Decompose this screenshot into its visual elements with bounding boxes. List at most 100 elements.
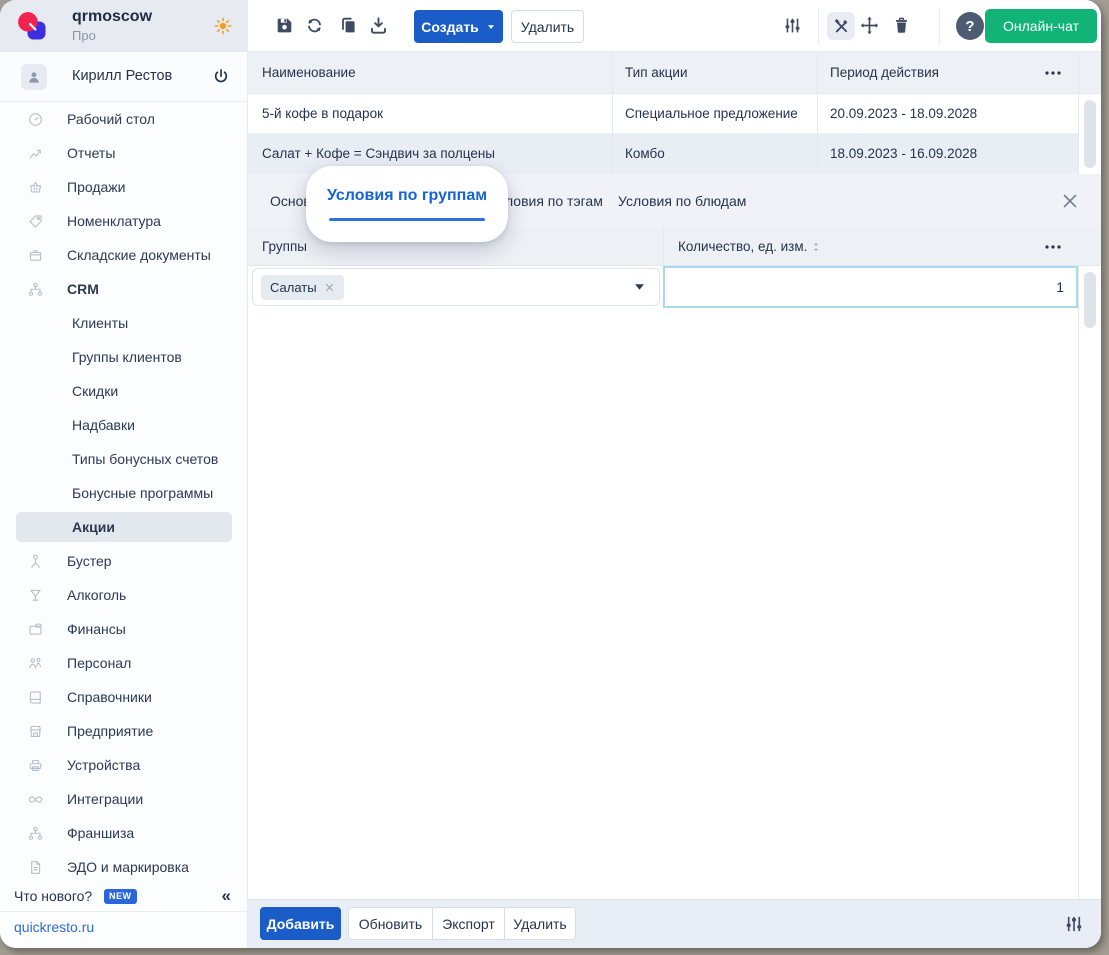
sidebar-item-integrations[interactable]: Интеграции bbox=[0, 782, 247, 816]
toolbar-divider bbox=[818, 8, 819, 44]
close-icon[interactable] bbox=[1060, 191, 1080, 211]
crm-hierarchy-icon bbox=[27, 281, 44, 298]
scroll-gutter-divider bbox=[1078, 52, 1079, 174]
sidebar-item-surcharges[interactable]: Надбавки bbox=[0, 408, 247, 442]
footer-divider bbox=[0, 911, 247, 912]
quickresto-logo-icon bbox=[17, 11, 47, 41]
scroll-gutter-divider bbox=[1078, 266, 1079, 899]
filter-sliders-icon[interactable] bbox=[1063, 913, 1085, 935]
person-icon bbox=[25, 68, 43, 86]
sales-basket-icon bbox=[27, 179, 44, 196]
group-chip: Салаты bbox=[261, 275, 344, 300]
franchise-hierarchy-icon bbox=[27, 825, 44, 842]
active-tab-underline bbox=[329, 218, 485, 221]
sidebar-item-nomenclature[interactable]: Номенклатура bbox=[0, 204, 247, 238]
sort-icon[interactable] bbox=[810, 241, 822, 253]
sidebar-item-crm[interactable]: CRM bbox=[0, 272, 247, 306]
copy-icon[interactable] bbox=[338, 15, 359, 36]
sidebar-item-directories[interactable]: Справочники bbox=[0, 680, 247, 714]
sidebar: qrmoscow Про Кирилл Рестов Рабочий стол … bbox=[0, 0, 248, 948]
bottom-toolbar: Добавить Обновить Экспорт Удалить bbox=[248, 899, 1101, 948]
sidebar-item-client-groups[interactable]: Группы клиентов bbox=[0, 340, 247, 374]
people-icon bbox=[27, 655, 44, 672]
sidebar-item-warehouse-docs[interactable]: Складские документы bbox=[0, 238, 247, 272]
sidebar-item-booster[interactable]: Бустер bbox=[0, 544, 247, 578]
move-arrows-icon[interactable] bbox=[859, 15, 880, 36]
sidebar-item-clients[interactable]: Клиенты bbox=[0, 306, 247, 340]
promo-table-header: Наименование Тип акции Период действия bbox=[248, 52, 1101, 94]
reports-icon bbox=[27, 145, 44, 162]
column-menu-dots-icon[interactable] bbox=[1043, 63, 1063, 83]
sidebar-item-discounts[interactable]: Скидки bbox=[0, 374, 247, 408]
scrollbar-thumb[interactable] bbox=[1084, 272, 1096, 328]
user-row[interactable]: Кирилл Рестов bbox=[0, 52, 247, 102]
delete-button[interactable]: Удалить bbox=[511, 10, 584, 43]
collapse-sidebar-icon[interactable]: « bbox=[222, 886, 231, 906]
export-button[interactable]: Экспорт bbox=[432, 908, 504, 939]
logout-power-icon[interactable] bbox=[211, 67, 231, 87]
panel-empty-area bbox=[248, 308, 1101, 899]
table-row[interactable]: 5-й кофе в подарок Специальное предложен… bbox=[248, 94, 1078, 134]
sidebar-item-desktop[interactable]: Рабочий стол bbox=[0, 102, 247, 136]
top-toolbar: Создать Удалить ? Онлайн-чат bbox=[248, 0, 1101, 52]
save-icon[interactable] bbox=[274, 15, 295, 36]
printer-icon bbox=[27, 757, 44, 774]
tools-button[interactable] bbox=[827, 12, 855, 40]
refresh-icon[interactable] bbox=[304, 15, 325, 36]
sidebar-item-promotions[interactable]: Акции bbox=[0, 510, 247, 544]
column-header-groups[interactable]: Группы bbox=[262, 228, 307, 266]
help-button[interactable]: ? bbox=[956, 12, 984, 40]
sidebar-item-franchise[interactable]: Франшиза bbox=[0, 816, 247, 850]
add-button[interactable]: Добавить bbox=[260, 907, 341, 940]
book-icon bbox=[27, 689, 44, 706]
sidebar-footer: Что нового? NEW « bbox=[0, 884, 247, 911]
org-header: qrmoscow Про bbox=[0, 0, 247, 52]
bottom-button-group: Обновить Экспорт Удалить bbox=[348, 907, 576, 940]
theme-sun-icon[interactable] bbox=[213, 16, 233, 36]
org-plan-badge: Про bbox=[72, 28, 96, 43]
org-name: qrmoscow bbox=[72, 8, 153, 25]
tab-conditions-by-dishes[interactable]: Условия по блюдам bbox=[618, 174, 746, 228]
sidebar-item-staff[interactable]: Персонал bbox=[0, 646, 247, 680]
download-icon[interactable] bbox=[368, 15, 389, 36]
column-header-name[interactable]: Наименование bbox=[262, 52, 356, 94]
column-header-type[interactable]: Тип акции bbox=[625, 52, 687, 94]
tab-conditions-by-groups-active[interactable]: Условия по группам bbox=[306, 166, 508, 242]
sidebar-item-enterprise[interactable]: Предприятие bbox=[0, 714, 247, 748]
refresh-button[interactable]: Обновить bbox=[349, 908, 432, 939]
chevron-down-icon bbox=[486, 22, 496, 32]
sidebar-item-reports[interactable]: Отчеты bbox=[0, 136, 247, 170]
sidebar-item-bonus-account-types[interactable]: Типы бонусных счетов bbox=[0, 442, 247, 476]
column-divider bbox=[817, 52, 818, 174]
promo-name-cell: 5-й кофе в подарок bbox=[262, 106, 383, 121]
sidebar-item-sales[interactable]: Продажи bbox=[0, 170, 247, 204]
sidebar-item-finance[interactable]: Финансы bbox=[0, 612, 247, 646]
tag-icon bbox=[27, 213, 44, 230]
sidebar-item-devices[interactable]: Устройства bbox=[0, 748, 247, 782]
column-divider bbox=[612, 52, 613, 174]
groups-dropdown[interactable]: Салаты bbox=[252, 268, 660, 306]
column-header-quantity[interactable]: Количество, ед. изм. bbox=[678, 228, 807, 266]
sidebar-item-bonus-programs[interactable]: Бонусные программы bbox=[0, 476, 247, 510]
delete-bottom-button[interactable]: Удалить bbox=[504, 908, 575, 939]
quickresto-site-link[interactable]: quickresto.ru bbox=[14, 919, 94, 935]
sidebar-item-edo[interactable]: ЭДО и маркировка bbox=[0, 850, 247, 884]
user-name: Кирилл Рестов bbox=[72, 68, 173, 84]
chip-remove-icon[interactable] bbox=[324, 282, 335, 293]
online-chat-button[interactable]: Онлайн-чат bbox=[985, 9, 1097, 43]
column-header-period[interactable]: Период действия bbox=[830, 52, 939, 94]
hammer-wrench-icon bbox=[832, 17, 851, 36]
sidebar-item-alcohol[interactable]: Алкоголь bbox=[0, 578, 247, 612]
scrollbar-thumb[interactable] bbox=[1084, 100, 1096, 168]
whats-new-link[interactable]: Что нового? bbox=[14, 888, 92, 904]
filter-sliders-icon[interactable] bbox=[782, 15, 803, 36]
trash-icon[interactable] bbox=[891, 15, 912, 36]
promo-type-cell: Комбо bbox=[625, 146, 665, 161]
column-menu-dots-icon[interactable] bbox=[1043, 237, 1063, 257]
panel-tabbar: Основное Условия по тэгам Условия по блю… bbox=[248, 166, 1101, 242]
column-divider bbox=[663, 228, 664, 266]
create-button[interactable]: Создать bbox=[414, 10, 503, 43]
dropdown-caret-icon bbox=[635, 284, 644, 290]
quantity-input[interactable] bbox=[663, 266, 1078, 308]
avatar bbox=[21, 64, 47, 90]
